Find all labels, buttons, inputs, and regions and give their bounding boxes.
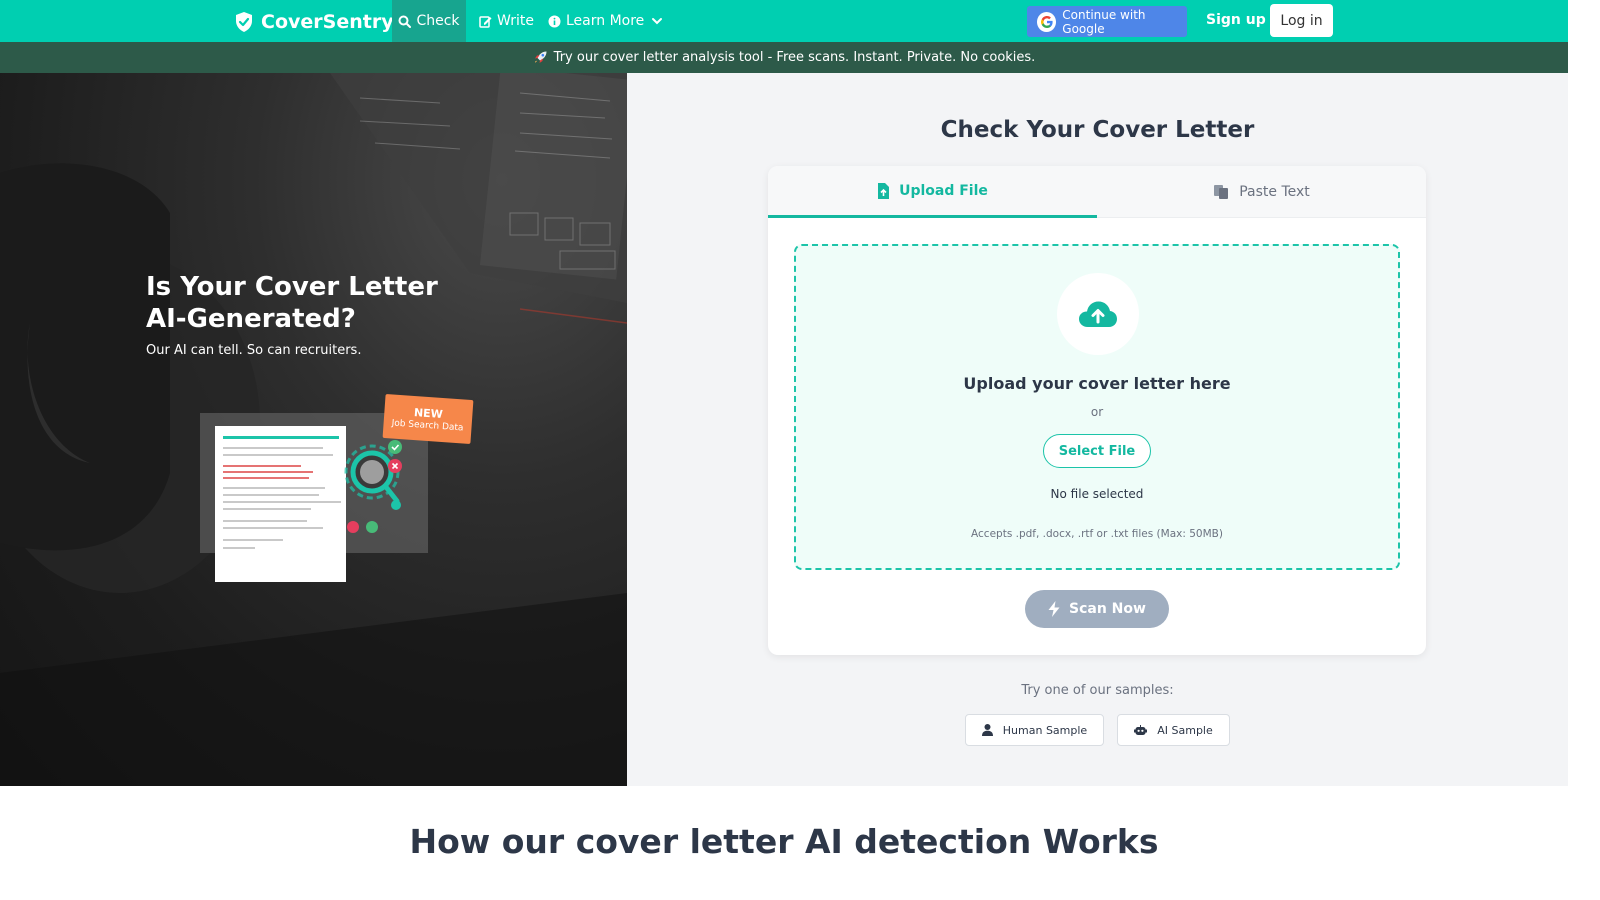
- user-icon: [981, 724, 993, 736]
- hero-title: Is Your Cover Letter AI-Generated?: [146, 272, 438, 334]
- search-icon: [398, 15, 412, 28]
- nav-write[interactable]: Write: [479, 0, 534, 42]
- new-badge-sub: Job Search Data: [391, 418, 464, 434]
- tab-upload-label: Upload File: [899, 182, 988, 199]
- cloud-upload-icon: [1079, 301, 1117, 327]
- google-icon: [1037, 11, 1057, 32]
- robot-icon: [1134, 724, 1148, 735]
- nav-check-label: Check: [416, 13, 460, 29]
- info-icon: [548, 15, 561, 27]
- promo-banner: Try our cover letter analysis tool - Fre…: [0, 42, 1568, 73]
- rocket-icon: [534, 51, 547, 63]
- how-it-works-title: How our cover letter AI detection Works: [409, 822, 1159, 861]
- copy-icon: [1214, 185, 1229, 199]
- cloud-upload-icon-wrap: [1057, 273, 1139, 355]
- file-dropzone[interactable]: Upload your cover letter here or Select …: [794, 244, 1400, 570]
- checker-title: Check Your Cover Letter: [940, 117, 1255, 143]
- hero-subtitle: Our AI can tell. So can recruiters.: [146, 343, 362, 358]
- samples-label: Try one of our samples:: [1021, 683, 1174, 698]
- select-file-button[interactable]: Select File: [1043, 434, 1151, 468]
- login-button[interactable]: Log in: [1270, 4, 1333, 37]
- tab-upload-file[interactable]: Upload File: [768, 166, 1097, 218]
- chevron-down-icon: [652, 18, 663, 25]
- shield-check-icon: [236, 12, 252, 32]
- edit-icon: [479, 15, 492, 28]
- file-status: No file selected: [1050, 487, 1144, 501]
- bolt-icon: [1048, 601, 1060, 617]
- new-badge-label: NEW: [413, 406, 444, 422]
- upload-or: or: [1090, 405, 1104, 419]
- signup-link[interactable]: Sign up: [1206, 12, 1266, 28]
- human-sample-button[interactable]: Human Sample: [965, 714, 1104, 746]
- hero-image-panel: Is Your Cover Letter AI-Generated? Our A…: [0, 73, 627, 786]
- human-sample-label: Human Sample: [1002, 723, 1088, 737]
- new-badge: NEW Job Search Data: [382, 393, 474, 445]
- ai-sample-label: AI Sample: [1157, 723, 1213, 737]
- scan-now-button[interactable]: Scan Now: [1025, 590, 1169, 628]
- hero-illustration: NEW Job Search Data: [198, 391, 478, 661]
- checker-card: Upload File Paste Text Upload your cover…: [768, 166, 1426, 655]
- brand-logo[interactable]: CoverSentry: [234, 9, 394, 35]
- checker-panel: Check Your Cover Letter Upload File Past…: [627, 73, 1568, 786]
- tab-paste-label: Paste Text: [1239, 184, 1310, 200]
- continue-with-google-button[interactable]: Continue with Google: [1027, 6, 1187, 37]
- ai-sample-button[interactable]: AI Sample: [1117, 714, 1230, 746]
- input-mode-tabs: Upload File Paste Text: [768, 166, 1426, 218]
- tab-paste-text[interactable]: Paste Text: [1097, 166, 1426, 218]
- accepted-formats: Accepts .pdf, .docx, .rtf or .txt files …: [971, 528, 1223, 540]
- nav-check[interactable]: Check: [392, 0, 466, 42]
- brand-name: CoverSentry: [261, 11, 394, 33]
- upload-heading: Upload your cover letter here: [963, 374, 1231, 393]
- nav-learn-more[interactable]: Learn More: [548, 0, 663, 42]
- nav-write-label: Write: [497, 13, 534, 29]
- banner-text: Try our cover letter analysis tool - Fre…: [553, 50, 1036, 65]
- google-button-label: Continue with Google: [1062, 7, 1146, 36]
- file-upload-icon: [878, 182, 890, 199]
- top-nav: CoverSentry Check Write Learn More Conti…: [0, 0, 1568, 42]
- nav-learn-more-label: Learn More: [566, 13, 645, 29]
- scan-now-label: Scan Now: [1069, 601, 1146, 617]
